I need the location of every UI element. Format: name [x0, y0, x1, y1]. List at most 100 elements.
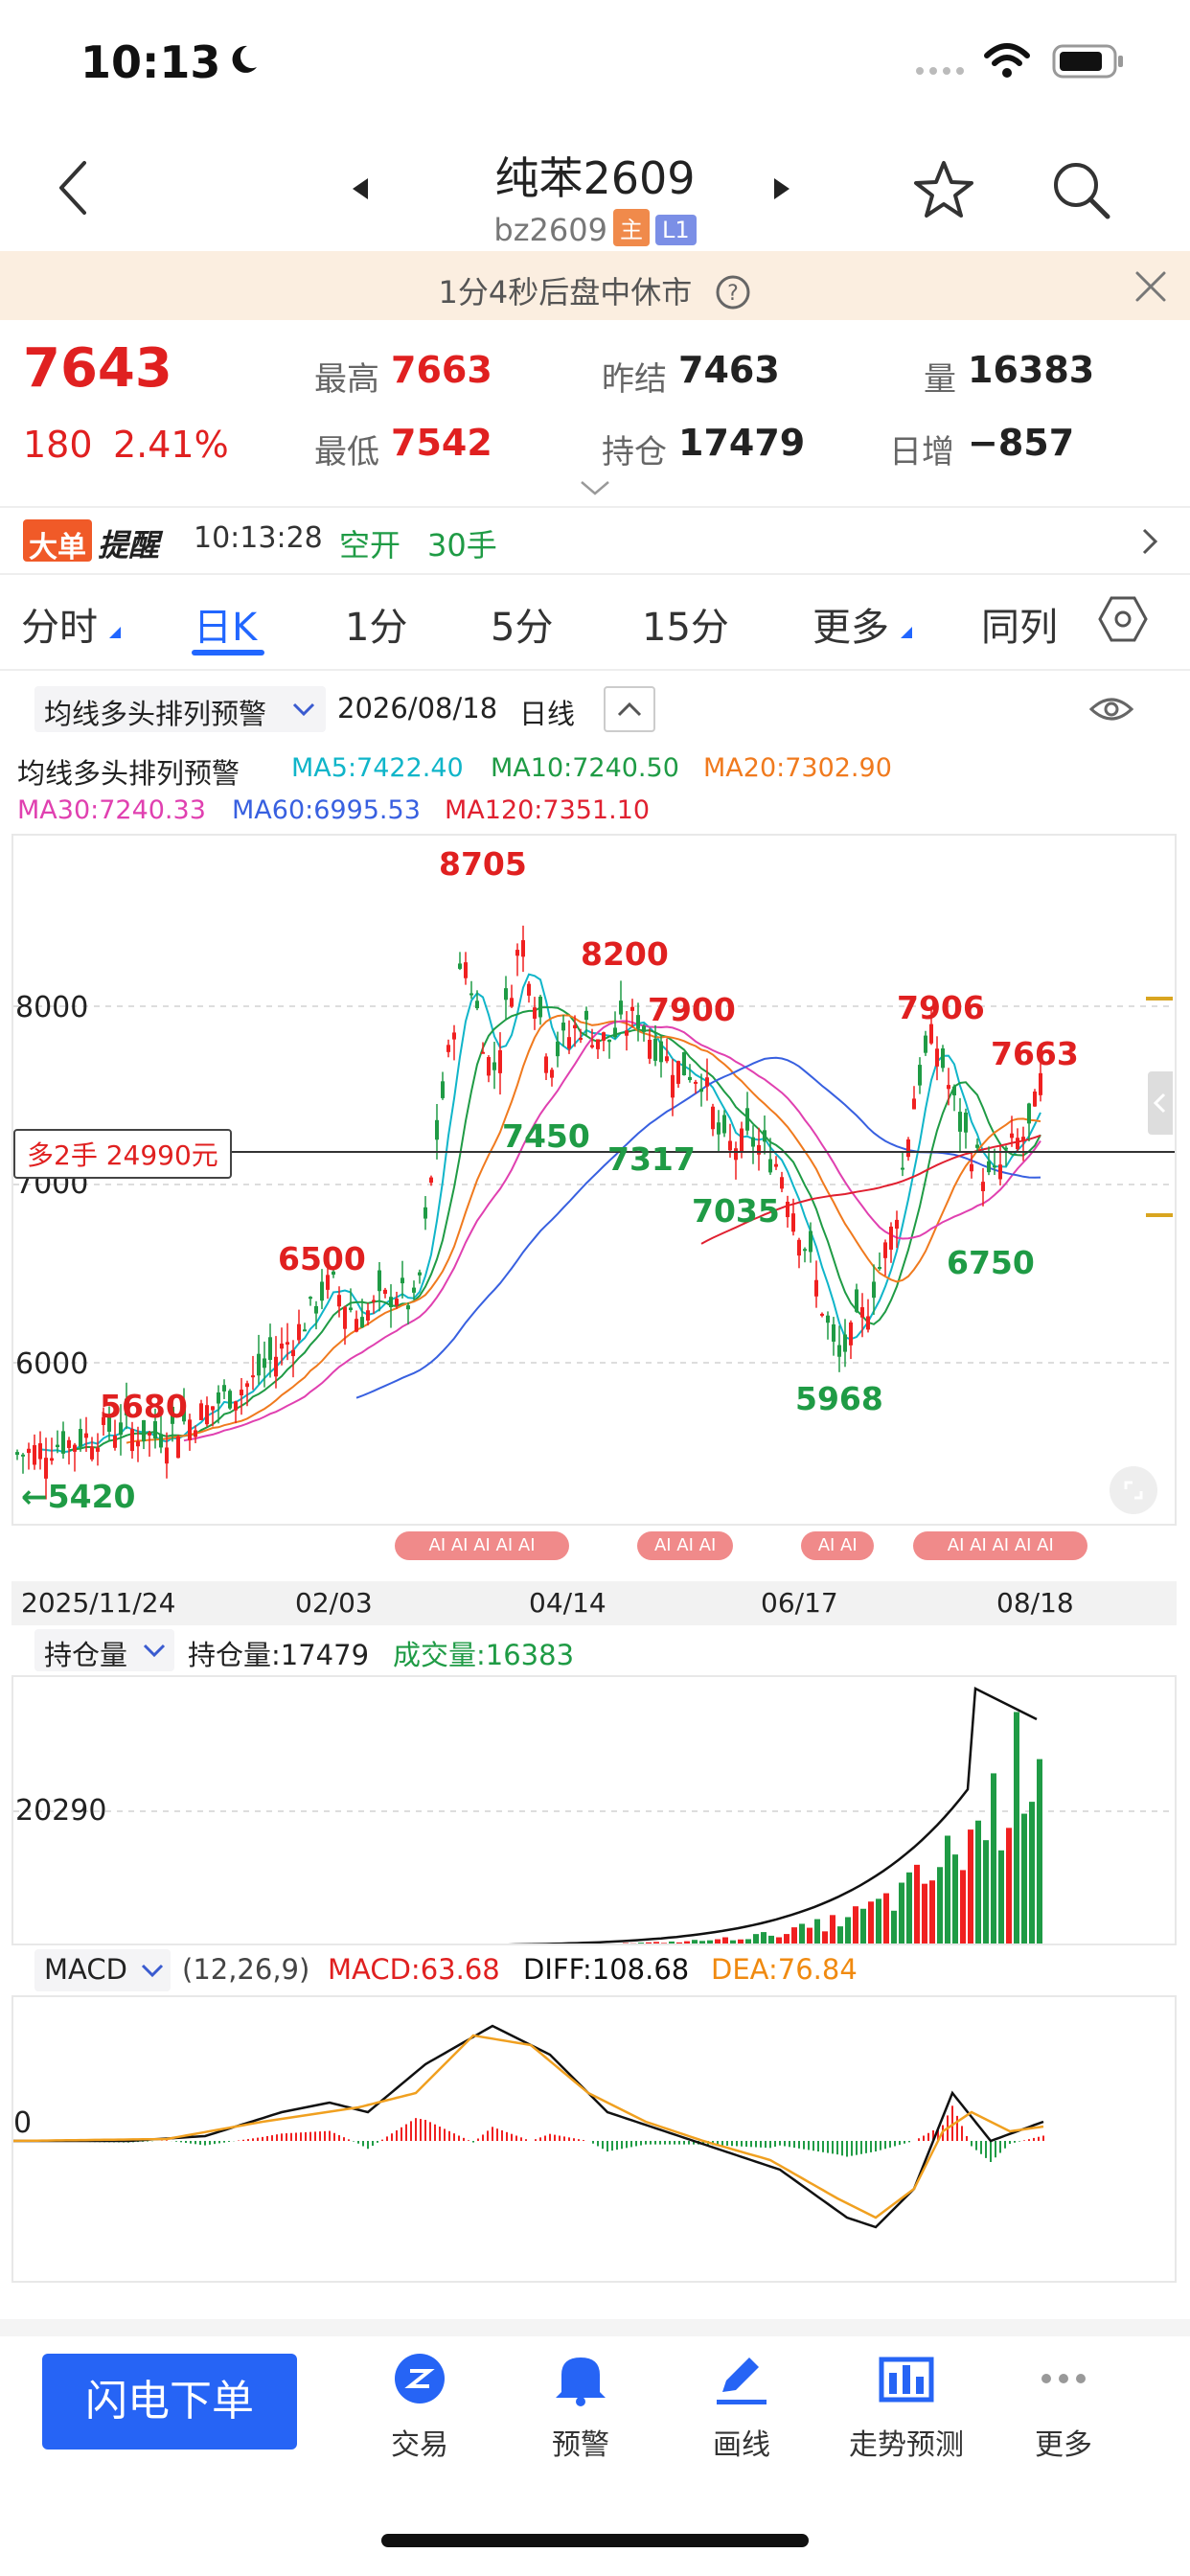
volume-bar	[209, 1944, 215, 1945]
bottom-forecast[interactable]: 走势预测	[832, 2350, 981, 2465]
candle-body	[843, 1334, 847, 1352]
candle-body	[406, 1305, 410, 1310]
ai-marker-group[interactable]: AI AI	[801, 1531, 875, 1560]
candle-body	[573, 1024, 577, 1029]
home-indicator	[381, 2534, 809, 2547]
fullscreen-button[interactable]	[1110, 1466, 1157, 1514]
candle-body	[38, 1443, 42, 1460]
candle-body	[717, 1122, 721, 1135]
macd-chart[interactable]	[11, 1995, 1177, 2283]
candle-body	[314, 1305, 318, 1314]
bottom-trade[interactable]: 交易	[353, 2350, 487, 2465]
chevron-right-icon[interactable]	[1140, 527, 1159, 556]
candle-body	[130, 1429, 134, 1452]
volume-bar	[722, 1937, 728, 1944]
candle-body	[245, 1383, 249, 1388]
ai-marker-group[interactable]: AI AI AI AI AI	[395, 1531, 569, 1560]
chevron-down-icon	[143, 1644, 166, 1658]
candle-body	[458, 963, 462, 969]
volume-bar	[868, 1901, 874, 1944]
ma60-value: MA60:6995.53	[232, 795, 421, 825]
eye-icon[interactable]	[1088, 692, 1134, 726]
volume-bar	[853, 1906, 858, 1944]
volume-bar	[577, 1944, 583, 1945]
tab-15min[interactable]: 15分	[642, 596, 729, 652]
candle-body	[286, 1342, 289, 1346]
bottom-alert[interactable]: 预警	[514, 2350, 648, 2465]
position-badge[interactable]: 多2手 24990元	[13, 1129, 232, 1179]
settings-hex-icon[interactable]	[1098, 594, 1148, 644]
bottom-more[interactable]: 更多	[996, 2350, 1131, 2465]
ma-line	[68, 1006, 1041, 1452]
svg-text:?: ?	[728, 282, 740, 306]
volume-bar	[125, 1944, 130, 1945]
candle-body	[412, 1287, 416, 1293]
low-label-7450: 7450	[502, 1117, 590, 1155]
volume-bar	[117, 1944, 123, 1945]
tab-daily-k[interactable]: 日K	[194, 596, 257, 652]
candle-body	[1021, 1137, 1025, 1141]
candle-body	[211, 1406, 215, 1411]
candle-body	[820, 1313, 824, 1316]
collapse-button[interactable]	[604, 686, 655, 732]
dropdown-corner-icon	[109, 627, 121, 638]
alert-tag: 提醒	[98, 527, 160, 564]
macd-histogram	[17, 2105, 1044, 2162]
volume-bar	[247, 1944, 253, 1945]
candle-body	[79, 1429, 82, 1447]
volume-bar	[408, 1944, 414, 1945]
bottom-draw[interactable]: 画线	[675, 2350, 809, 2465]
star-icon[interactable]	[912, 159, 975, 220]
candle-body	[837, 1345, 841, 1357]
candle-body	[280, 1344, 284, 1349]
tab-peer[interactable]: 同列	[981, 596, 1058, 652]
active-tab-indicator	[192, 650, 264, 656]
status-time: 10:13	[80, 36, 221, 88]
candle-body	[929, 1024, 933, 1044]
volume-bar	[316, 1944, 322, 1945]
draw-label: 画线	[713, 2428, 770, 2462]
last-price: 7643	[23, 337, 172, 400]
ai-marker-group[interactable]: AI AI AI	[637, 1531, 734, 1560]
candle-body	[56, 1444, 59, 1448]
candle-body	[872, 1281, 876, 1299]
candle-body	[429, 1177, 433, 1184]
tab-timeshare[interactable]: 分时	[21, 596, 98, 652]
flash-order-button[interactable]: 闪电下单	[42, 2354, 297, 2450]
volume-chart[interactable]	[11, 1675, 1177, 1945]
candle-body	[699, 1089, 703, 1092]
volume-bar	[148, 1944, 153, 1945]
candle-body	[906, 1138, 910, 1158]
volume-bar	[385, 1944, 391, 1945]
volume-bar	[462, 1944, 468, 1945]
bell-icon	[556, 2358, 606, 2406]
prev-settle-label: 昨结	[602, 360, 667, 399]
side-handle[interactable]	[1148, 1071, 1173, 1135]
low-label: 最低	[314, 433, 379, 472]
candle-body	[895, 1219, 899, 1230]
volume-bar	[991, 1773, 996, 1944]
close-icon[interactable]	[1134, 270, 1167, 303]
volume-bar	[378, 1944, 383, 1945]
candle-body	[1033, 1092, 1037, 1107]
candle-body	[176, 1436, 180, 1459]
candle-body	[676, 1061, 680, 1084]
candle-body	[912, 1098, 916, 1110]
alert-qty[interactable]: 30手	[427, 521, 497, 565]
next-contract-icon[interactable]	[770, 176, 791, 201]
tab-1min[interactable]: 1分	[345, 596, 407, 652]
expand-chevron-icon[interactable]	[579, 479, 611, 496]
volume-bar	[240, 1944, 245, 1945]
tab-more[interactable]: 更多	[812, 596, 889, 652]
date-label-0203: 02/03	[295, 1587, 373, 1619]
search-icon[interactable]	[1050, 159, 1113, 222]
volume-bar	[623, 1943, 629, 1944]
daily-change-label: 日增	[889, 433, 954, 472]
candle-body	[550, 1070, 554, 1078]
candle-body	[50, 1458, 54, 1461]
open-interest-label: 持仓	[602, 433, 667, 472]
help-icon[interactable]: ?	[715, 274, 751, 310]
ai-marker-group[interactable]: AI AI AI AI AI	[913, 1531, 1088, 1560]
candle-body	[435, 1119, 439, 1140]
tab-5min[interactable]: 5分	[491, 596, 553, 652]
